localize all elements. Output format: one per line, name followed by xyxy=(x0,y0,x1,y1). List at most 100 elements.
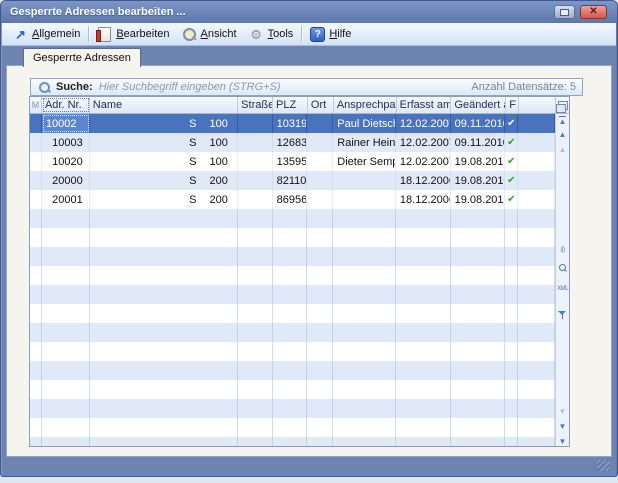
grid-cell-partner xyxy=(333,418,396,437)
table-row[interactable]: 10020S10013595Dieter Sempf12.02.200719.0… xyxy=(30,152,555,171)
column-header-ort[interactable]: Ort xyxy=(308,97,334,113)
table-row-empty[interactable] xyxy=(30,342,555,361)
table-row-empty[interactable] xyxy=(30,266,555,285)
tab-gesperrte-adressen[interactable]: Gesperrte Adressen xyxy=(23,48,141,67)
table-row-empty[interactable] xyxy=(30,399,555,418)
table-row[interactable]: 20000S2008211018.12.200619.08.2010✔ xyxy=(30,171,555,190)
row-up-button[interactable]: ▲ xyxy=(556,146,569,154)
grid-cell-ort xyxy=(307,228,333,247)
resize-grip[interactable] xyxy=(597,460,610,471)
grid-cell-plz: 13595 xyxy=(273,152,308,171)
page-up-button[interactable]: ▲ xyxy=(556,131,569,139)
grid-cell-flag xyxy=(505,342,518,361)
column-header-partner[interactable]: Ansprechpartner xyxy=(334,97,397,113)
fit-columns-button[interactable]: (|) xyxy=(556,245,569,253)
filter-button[interactable] xyxy=(556,310,569,319)
grid-cell-adr xyxy=(42,209,90,228)
column-header-erfasst[interactable]: Erfasst am xyxy=(397,97,452,113)
check-icon: ✔ xyxy=(505,171,518,190)
grid-cell-flag xyxy=(505,380,518,399)
grid-cell-strasse xyxy=(238,133,273,152)
table-row-empty[interactable] xyxy=(30,418,555,437)
magnifier-document-icon xyxy=(183,28,196,41)
grid-cell-erfasst xyxy=(396,418,451,437)
grid-cell-adr xyxy=(42,361,90,380)
grid-cell-strasse xyxy=(238,361,273,380)
grid-cell-flag xyxy=(505,266,518,285)
table-row-empty[interactable] xyxy=(30,323,555,342)
grid-cell-flag xyxy=(505,285,518,304)
table-row-empty[interactable] xyxy=(30,285,555,304)
search-in-grid-button[interactable] xyxy=(556,264,569,274)
close-button[interactable]: ✕ xyxy=(580,5,607,19)
grid-cell-partner xyxy=(333,171,396,190)
grid-cell-filler xyxy=(518,437,555,446)
grid-cell-name: S100 xyxy=(90,133,238,152)
grid-cell-filler xyxy=(518,190,555,209)
column-header-plz[interactable]: PLZ xyxy=(273,97,308,113)
table-row[interactable]: 20001S2008695618.12.200619.08.2010✔ xyxy=(30,190,555,209)
grid-cell-erfasst xyxy=(396,361,451,380)
grid-cell-partner xyxy=(333,437,396,446)
restore-button[interactable] xyxy=(554,5,575,19)
grid-cell-geaendert xyxy=(451,247,506,266)
grid-cell-filler xyxy=(518,266,555,285)
menu-item-ansicht[interactable]: Ansicht xyxy=(176,25,243,43)
grid-cell-strasse xyxy=(238,380,273,399)
menu-item-bearbeiten[interactable]: Bearbeiten xyxy=(91,25,175,43)
menu-separator xyxy=(88,26,89,42)
grid-cell-m xyxy=(30,152,42,171)
column-header-geaendert[interactable]: Geändert am xyxy=(451,97,506,113)
grid-cell-adr: 20000 xyxy=(42,171,90,190)
grid-cell-filler xyxy=(518,247,555,266)
menu-item-allgemein[interactable]: ↗ Allgemein xyxy=(7,25,86,43)
grid-cell-plz: 12683 xyxy=(273,133,308,152)
table-row-empty[interactable] xyxy=(30,247,555,266)
grid-cell-geaendert: 19.08.2010 xyxy=(451,190,506,209)
grid-cell-strasse xyxy=(238,247,273,266)
grid-cell-plz xyxy=(273,437,308,446)
grid-cell-strasse xyxy=(238,399,273,418)
column-header-flag[interactable]: F xyxy=(506,97,519,113)
column-header-filler[interactable] xyxy=(519,97,556,113)
table-row-empty[interactable] xyxy=(30,209,555,228)
column-header-name[interactable]: Name xyxy=(90,97,238,113)
table-row[interactable]: 10002S10010319Paul Dietsch12.02.200709.1… xyxy=(30,114,555,133)
table-row-empty[interactable] xyxy=(30,437,555,446)
grid-cell-partner xyxy=(333,380,396,399)
grid-cell-geaendert xyxy=(451,361,506,380)
page-down-button[interactable]: ▼ xyxy=(556,423,569,431)
search-input[interactable]: Hier Suchbegriff eingeben (STRG+S) xyxy=(99,81,472,93)
grid-cell-flag xyxy=(505,399,518,418)
grid-cell-geaendert xyxy=(451,209,506,228)
gear-icon: ⚙ xyxy=(249,27,264,41)
grid-cell-plz: 10319 xyxy=(273,114,308,133)
column-header-m[interactable]: M xyxy=(30,97,42,113)
menu-bar: ↗ Allgemein Bearbeiten Ansicht ⚙ Tools ?… xyxy=(2,23,616,46)
grid-cell-strasse xyxy=(238,171,273,190)
column-header-adr[interactable]: Adr. Nr. xyxy=(42,97,90,113)
table-row[interactable]: 10003S10012683Rainer Heinrich12.02.20070… xyxy=(30,133,555,152)
menu-item-hilfe[interactable]: ? Hilfe xyxy=(304,25,357,43)
grid-cell-name xyxy=(90,380,238,399)
export-xml-button[interactable]: XML xyxy=(556,284,569,292)
column-chooser-button[interactable] xyxy=(556,97,569,113)
table-row-empty[interactable] xyxy=(30,228,555,247)
grid-cell-strasse xyxy=(238,228,273,247)
grid-cell-strasse xyxy=(238,342,273,361)
grid-cell-ort xyxy=(307,266,333,285)
grid-cell-strasse xyxy=(238,266,273,285)
scroll-to-top-button[interactable]: ▲ xyxy=(556,116,569,126)
scroll-to-bottom-button[interactable]: ▼ xyxy=(556,438,569,446)
row-down-button[interactable]: ▼ xyxy=(556,408,569,416)
table-row-empty[interactable] xyxy=(30,380,555,399)
grid-cell-plz xyxy=(273,380,308,399)
grid-cell-partner xyxy=(333,399,396,418)
column-header-strasse[interactable]: Straße xyxy=(238,97,273,113)
menu-item-tools[interactable]: ⚙ Tools xyxy=(243,25,300,43)
table-row-empty[interactable] xyxy=(30,304,555,323)
grid-cell-geaendert xyxy=(451,399,506,418)
check-icon: ✔ xyxy=(505,152,518,171)
table-row-empty[interactable] xyxy=(30,361,555,380)
data-grid: MAdr. Nr.NameStraßePLZOrtAnsprechpartner… xyxy=(29,96,570,447)
